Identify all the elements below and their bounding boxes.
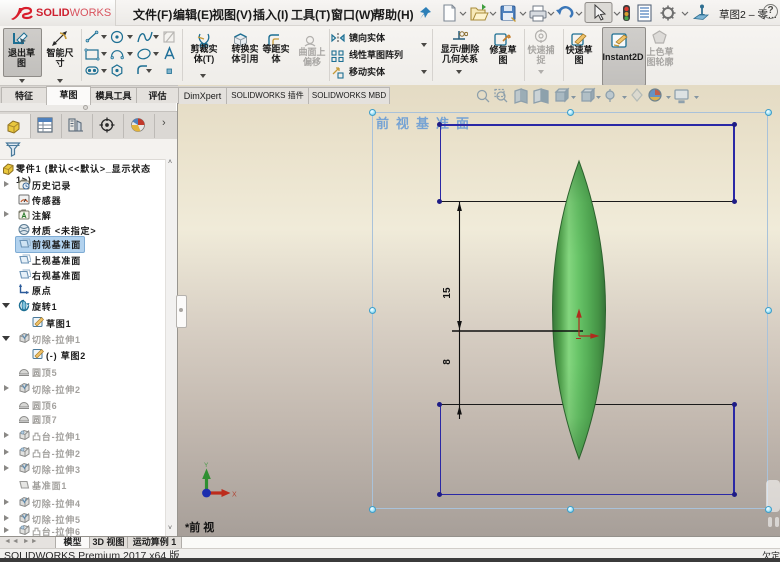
svg-text:15: 15: [442, 287, 453, 299]
svg-text:8: 8: [442, 359, 453, 365]
svg-text:X: X: [232, 492, 237, 499]
svg-text:Y: Y: [204, 462, 209, 469]
